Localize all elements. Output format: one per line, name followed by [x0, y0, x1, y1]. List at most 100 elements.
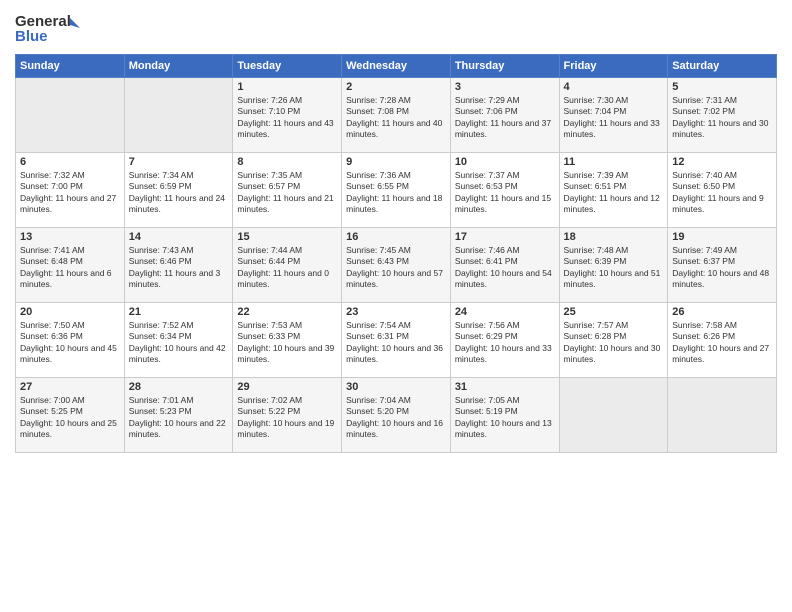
logo: GeneralBlue	[15, 10, 85, 46]
weekday-header: Monday	[124, 55, 233, 78]
calendar-cell: 30 Sunrise: 7:04 AM Sunset: 5:20 PM Dayli…	[342, 378, 451, 453]
day-number: 16	[346, 231, 446, 243]
weekday-header: Wednesday	[342, 55, 451, 78]
calendar-cell: 16Sunrise: 7:45 AM Sunset: 6:43 PM Dayli…	[342, 228, 451, 303]
cell-daylight-info: Sunrise: 7:53 AM Sunset: 6:33 PM Dayligh…	[237, 320, 337, 366]
cell-daylight-info: Sunrise: 7:04 AM Sunset: 5:20 PM Dayligh…	[346, 395, 446, 441]
cell-daylight-info: Sunrise: 7:31 AM Sunset: 7:02 PM Dayligh…	[672, 95, 772, 141]
day-number: 4	[564, 81, 664, 93]
weekday-header: Thursday	[450, 55, 559, 78]
cell-daylight-info: Sunrise: 7:26 AM Sunset: 7:10 PM Dayligh…	[237, 95, 337, 141]
calendar-cell: 8Sunrise: 7:35 AM Sunset: 6:57 PM Daylig…	[233, 153, 342, 228]
cell-daylight-info: Sunrise: 7:36 AM Sunset: 6:55 PM Dayligh…	[346, 170, 446, 216]
calendar-week-row: 1 Sunrise: 7:26 AM Sunset: 7:10 PM Daylig…	[16, 78, 777, 153]
day-number: 24	[455, 306, 555, 318]
calendar-cell: 25 Sunrise: 7:57 AM Sunset: 6:28 PM Dayli…	[559, 303, 668, 378]
cell-daylight-info: Sunrise: 7:40 AM Sunset: 6:50 PM Dayligh…	[672, 170, 772, 216]
cell-daylight-info: Sunrise: 7:57 AM Sunset: 6:28 PM Dayligh…	[564, 320, 664, 366]
day-number: 13	[20, 231, 120, 243]
calendar-cell: 28 Sunrise: 7:01 AM Sunset: 5:23 PM Dayli…	[124, 378, 233, 453]
calendar-cell: 29Sunrise: 7:02 AM Sunset: 5:22 PM Dayli…	[233, 378, 342, 453]
cell-daylight-info: Sunrise: 7:29 AM Sunset: 7:06 PM Dayligh…	[455, 95, 555, 141]
cell-daylight-info: Sunrise: 7:35 AM Sunset: 6:57 PM Dayligh…	[237, 170, 337, 216]
day-number: 2	[346, 81, 446, 93]
cell-daylight-info: Sunrise: 7:58 AM Sunset: 6:26 PM Dayligh…	[672, 320, 772, 366]
calendar-cell: 20 Sunrise: 7:50 AM Sunset: 6:36 PM Dayli…	[16, 303, 125, 378]
day-number: 7	[129, 156, 229, 168]
calendar-cell: 24Sunrise: 7:56 AM Sunset: 6:29 PM Dayli…	[450, 303, 559, 378]
weekday-header: Tuesday	[233, 55, 342, 78]
cell-daylight-info: Sunrise: 7:49 AM Sunset: 6:37 PM Dayligh…	[672, 245, 772, 291]
day-number: 14	[129, 231, 229, 243]
header: GeneralBlue	[15, 10, 777, 46]
cell-daylight-info: Sunrise: 7:41 AM Sunset: 6:48 PM Dayligh…	[20, 245, 120, 291]
calendar-cell: 3Sunrise: 7:29 AM Sunset: 7:06 PM Daylig…	[450, 78, 559, 153]
day-number: 25	[564, 306, 664, 318]
calendar-cell	[559, 378, 668, 453]
day-number: 26	[672, 306, 772, 318]
calendar-cell: 2 Sunrise: 7:28 AM Sunset: 7:08 PM Daylig…	[342, 78, 451, 153]
calendar-week-row: 6 Sunrise: 7:32 AM Sunset: 7:00 PM Daylig…	[16, 153, 777, 228]
weekday-header: Saturday	[668, 55, 777, 78]
calendar-table: SundayMondayTuesdayWednesdayThursdayFrid…	[15, 54, 777, 453]
day-number: 22	[237, 306, 337, 318]
calendar-week-row: 20 Sunrise: 7:50 AM Sunset: 6:36 PM Dayli…	[16, 303, 777, 378]
day-number: 6	[20, 156, 120, 168]
cell-daylight-info: Sunrise: 7:28 AM Sunset: 7:08 PM Dayligh…	[346, 95, 446, 141]
day-number: 15	[237, 231, 337, 243]
calendar-cell: 5 Sunrise: 7:31 AM Sunset: 7:02 PM Daylig…	[668, 78, 777, 153]
calendar-cell: 21Sunrise: 7:52 AM Sunset: 6:34 PM Dayli…	[124, 303, 233, 378]
day-number: 19	[672, 231, 772, 243]
cell-daylight-info: Sunrise: 7:00 AM Sunset: 5:25 PM Dayligh…	[20, 395, 120, 441]
calendar-cell: 26 Sunrise: 7:58 AM Sunset: 6:26 PM Dayli…	[668, 303, 777, 378]
cell-daylight-info: Sunrise: 7:01 AM Sunset: 5:23 PM Dayligh…	[129, 395, 229, 441]
calendar-cell: 4Sunrise: 7:30 AM Sunset: 7:04 PM Daylig…	[559, 78, 668, 153]
day-number: 30	[346, 381, 446, 393]
day-number: 5	[672, 81, 772, 93]
calendar-cell	[16, 78, 125, 153]
calendar-week-row: 13 Sunrise: 7:41 AM Sunset: 6:48 PM Dayli…	[16, 228, 777, 303]
cell-daylight-info: Sunrise: 7:54 AM Sunset: 6:31 PM Dayligh…	[346, 320, 446, 366]
calendar-cell: 14 Sunrise: 7:43 AM Sunset: 6:46 PM Dayli…	[124, 228, 233, 303]
calendar-cell: 10 Sunrise: 7:37 AM Sunset: 6:53 PM Dayli…	[450, 153, 559, 228]
logo-svg: GeneralBlue	[15, 10, 85, 46]
calendar-cell: 19 Sunrise: 7:49 AM Sunset: 6:37 PM Dayli…	[668, 228, 777, 303]
page: GeneralBlue SundayMondayTuesdayWednesday…	[0, 0, 792, 463]
calendar-cell: 6 Sunrise: 7:32 AM Sunset: 7:00 PM Daylig…	[16, 153, 125, 228]
day-number: 10	[455, 156, 555, 168]
cell-daylight-info: Sunrise: 7:44 AM Sunset: 6:44 PM Dayligh…	[237, 245, 337, 291]
day-number: 31	[455, 381, 555, 393]
day-number: 27	[20, 381, 120, 393]
calendar-cell: 12 Sunrise: 7:40 AM Sunset: 6:50 PM Dayli…	[668, 153, 777, 228]
calendar-cell: 23 Sunrise: 7:54 AM Sunset: 6:31 PM Dayli…	[342, 303, 451, 378]
cell-daylight-info: Sunrise: 7:37 AM Sunset: 6:53 PM Dayligh…	[455, 170, 555, 216]
cell-daylight-info: Sunrise: 7:43 AM Sunset: 6:46 PM Dayligh…	[129, 245, 229, 291]
cell-daylight-info: Sunrise: 7:39 AM Sunset: 6:51 PM Dayligh…	[564, 170, 664, 216]
day-number: 28	[129, 381, 229, 393]
day-number: 29	[237, 381, 337, 393]
day-number: 12	[672, 156, 772, 168]
day-number: 11	[564, 156, 664, 168]
svg-text:Blue: Blue	[15, 28, 48, 45]
weekday-header: Sunday	[16, 55, 125, 78]
cell-daylight-info: Sunrise: 7:52 AM Sunset: 6:34 PM Dayligh…	[129, 320, 229, 366]
weekday-header: Friday	[559, 55, 668, 78]
day-number: 23	[346, 306, 446, 318]
header-row: SundayMondayTuesdayWednesdayThursdayFrid…	[16, 55, 777, 78]
calendar-week-row: 27 Sunrise: 7:00 AM Sunset: 5:25 PM Dayli…	[16, 378, 777, 453]
cell-daylight-info: Sunrise: 7:32 AM Sunset: 7:00 PM Dayligh…	[20, 170, 120, 216]
day-number: 20	[20, 306, 120, 318]
calendar-cell: 9Sunrise: 7:36 AM Sunset: 6:55 PM Daylig…	[342, 153, 451, 228]
day-number: 17	[455, 231, 555, 243]
cell-daylight-info: Sunrise: 7:05 AM Sunset: 5:19 PM Dayligh…	[455, 395, 555, 441]
calendar-cell: 13 Sunrise: 7:41 AM Sunset: 6:48 PM Dayli…	[16, 228, 125, 303]
calendar-cell: 22 Sunrise: 7:53 AM Sunset: 6:33 PM Dayli…	[233, 303, 342, 378]
day-number: 1	[237, 81, 337, 93]
calendar-cell: 1 Sunrise: 7:26 AM Sunset: 7:10 PM Daylig…	[233, 78, 342, 153]
calendar-cell: 17Sunrise: 7:46 AM Sunset: 6:41 PM Dayli…	[450, 228, 559, 303]
calendar-cell	[124, 78, 233, 153]
calendar-cell: 27 Sunrise: 7:00 AM Sunset: 5:25 PM Dayli…	[16, 378, 125, 453]
cell-daylight-info: Sunrise: 7:50 AM Sunset: 6:36 PM Dayligh…	[20, 320, 120, 366]
calendar-cell: 11 Sunrise: 7:39 AM Sunset: 6:51 PM Dayli…	[559, 153, 668, 228]
calendar-cell: 18Sunrise: 7:48 AM Sunset: 6:39 PM Dayli…	[559, 228, 668, 303]
